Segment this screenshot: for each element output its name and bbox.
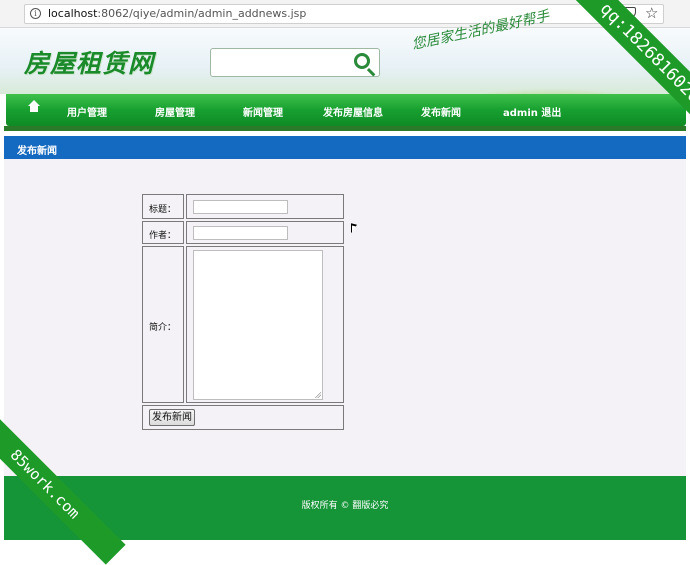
section-header-bar bbox=[4, 136, 686, 159]
site-info-icon[interactable]: i bbox=[30, 8, 41, 19]
author-label: 作者： bbox=[149, 231, 177, 241]
title-label: 标题： bbox=[149, 205, 177, 215]
nav-item-house-management[interactable]: 房屋管理 bbox=[155, 104, 195, 119]
intro-textarea[interactable] bbox=[193, 250, 323, 400]
copyright-text: 版权所有 © 翻版必究 bbox=[301, 501, 389, 511]
nav-item-user-management[interactable]: 用户管理 bbox=[67, 104, 107, 119]
intro-label: 简介： bbox=[149, 323, 177, 333]
main-content bbox=[4, 159, 686, 476]
site-logo[interactable]: 房屋租赁网 bbox=[24, 44, 154, 80]
author-input[interactable] bbox=[193, 226, 288, 240]
nav-item-publish-house[interactable]: 发布房屋信息 bbox=[323, 104, 383, 119]
nav-item-admin-logout[interactable]: admin 退出 bbox=[503, 104, 561, 119]
home-icon[interactable] bbox=[28, 100, 40, 115]
search-icon[interactable] bbox=[354, 53, 370, 69]
publish-news-button[interactable]: 发布新闻 bbox=[149, 409, 195, 426]
resize-handle-icon[interactable] bbox=[314, 391, 321, 398]
nav-underline bbox=[4, 126, 686, 131]
url-text[interactable]: localhost:8062/qiye/admin/admin_addnews.… bbox=[48, 7, 306, 20]
nav-item-publish-news[interactable]: 发布新闻 bbox=[421, 104, 461, 119]
mouse-pointer-fill bbox=[352, 225, 356, 234]
bookmark-star-icon[interactable]: ☆ bbox=[645, 4, 658, 22]
nav-item-news-management[interactable]: 新闻管理 bbox=[243, 104, 283, 119]
title-input[interactable] bbox=[193, 200, 288, 214]
section-title: 发布新闻 bbox=[17, 146, 57, 157]
